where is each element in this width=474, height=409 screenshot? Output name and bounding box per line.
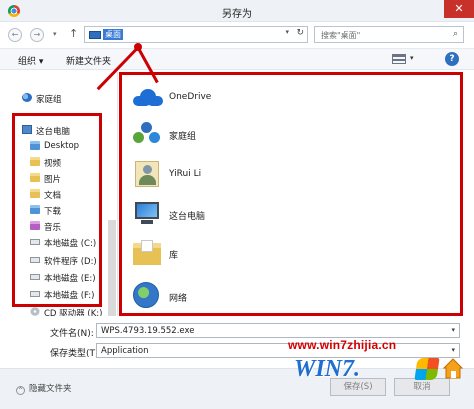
homegroup-icon — [133, 122, 161, 146]
cancel-button[interactable]: 取消 — [394, 378, 450, 396]
filename-value[interactable]: WPS.4793.19.552.exe — [101, 326, 194, 336]
help-icon[interactable]: ? — [445, 52, 459, 66]
recent-locations-chevron-icon[interactable]: ▾ — [53, 30, 57, 38]
up-one-level-button[interactable]: ↑ — [69, 27, 78, 40]
save-button[interactable]: 保存(S) — [330, 378, 386, 396]
nav-item-label: 本地磁盘 (F:) — [44, 291, 95, 301]
list-item-label: 库 — [169, 251, 179, 261]
list-item-libraries[interactable]: 库 — [121, 236, 451, 272]
filetype-label: 保存类型(T): — [50, 349, 102, 359]
user-folder-icon — [135, 161, 159, 187]
nav-item-this-pc[interactable]: 这台电脑 — [0, 122, 117, 138]
nav-item-label: 这台电脑 — [36, 127, 71, 137]
nav-item-videos[interactable]: 视频 — [0, 154, 117, 170]
nav-item-label: 家庭组 — [36, 95, 62, 105]
nav-item-downloads[interactable]: 下载 — [0, 202, 117, 218]
filetype-value: Application — [101, 346, 149, 356]
nav-item-label: 图片 — [44, 175, 62, 185]
search-icon[interactable]: ⌕ — [453, 29, 458, 39]
list-item-onedrive[interactable]: OneDrive — [121, 78, 451, 114]
save-form: 文件名(N): WPS.4793.19.552.exe ▾ 保存类型(T): A… — [0, 318, 474, 366]
nav-item-drive-c[interactable]: 本地磁盘 (C:) — [0, 234, 117, 250]
drive-icon — [30, 274, 40, 280]
search-input[interactable]: 搜索"桌面" ⌕ — [314, 26, 464, 43]
nav-item-music[interactable]: 音乐 — [0, 218, 117, 234]
view-dropdown-icon[interactable]: ▾ — [410, 54, 414, 62]
list-item-this-pc[interactable]: 这台电脑 — [121, 196, 451, 232]
hide-folders-label: 隐藏文件夹 — [29, 384, 72, 394]
nav-item-label: Desktop — [44, 141, 80, 151]
homegroup-icon — [22, 93, 32, 102]
list-item-label: OneDrive — [169, 92, 212, 102]
collapse-chevron-icon: ^ — [16, 386, 25, 395]
nav-item-cd-drive[interactable]: CD 驱动器 (K:) — [0, 304, 117, 316]
list-item-network[interactable]: 网络 — [121, 276, 451, 312]
nav-item-label: 软件程序 (D:) — [44, 257, 97, 267]
nav-item-drive-e[interactable]: 本地磁盘 (E:) — [0, 269, 117, 285]
search-placeholder: 搜索"桌面" — [321, 31, 361, 40]
organize-button[interactable]: 组织 ▾ — [18, 54, 43, 67]
library-icon — [133, 240, 161, 265]
command-toolbar: 组织 ▾ 新建文件夹 ▾ ? — [0, 48, 474, 70]
monitor-stand — [141, 220, 153, 224]
file-list: OneDrive 家庭组 YiRui Li 这台电脑 库 网络 — [121, 72, 462, 316]
new-folder-button[interactable]: 新建文件夹 — [66, 54, 111, 67]
nav-scrollbar[interactable] — [108, 220, 116, 316]
filetype-dropdown-icon[interactable]: ▾ — [451, 346, 455, 354]
drive-icon — [30, 257, 40, 263]
hide-folders-toggle[interactable]: ^ 隐藏文件夹 — [16, 382, 72, 395]
nav-item-label: 文档 — [44, 191, 62, 201]
drive-icon — [30, 239, 40, 245]
forward-button[interactable]: → — [30, 28, 44, 42]
window-title: 另存为 — [222, 9, 252, 20]
view-options-icon[interactable] — [392, 54, 406, 64]
nav-item-label: 本地磁盘 (E:) — [44, 274, 96, 284]
list-item-homegroup[interactable]: 家庭组 — [121, 116, 451, 152]
nav-item-drive-d[interactable]: 软件程序 (D:) — [0, 252, 117, 268]
navigation-pane: 家庭组 这台电脑 Desktop 视频 图片 文档 下载 音乐 本地磁盘 (C:… — [0, 72, 118, 316]
folder-blue-icon — [30, 141, 40, 150]
filename-dropdown-icon[interactable]: ▾ — [451, 326, 455, 334]
nav-item-drive-f[interactable]: 本地磁盘 (F:) — [0, 286, 117, 302]
folder-video-icon — [30, 157, 40, 166]
address-dropdown-icon[interactable]: ▾ — [285, 28, 289, 36]
nav-item-pictures[interactable]: 图片 — [0, 170, 117, 186]
title-bar: 另存为 ✕ — [0, 0, 474, 22]
folder-pictures-icon — [30, 173, 40, 182]
network-icon — [133, 282, 159, 308]
list-item-user[interactable]: YiRui Li — [121, 156, 451, 192]
back-button[interactable]: ← — [8, 28, 22, 42]
list-item-label: 家庭组 — [169, 132, 197, 142]
desktop-icon — [89, 31, 101, 39]
folder-documents-icon — [30, 189, 40, 198]
nav-item-desktop[interactable]: Desktop — [0, 138, 117, 154]
address-row: ← → ▾ ↑ 桌面 ▾ ↻ 搜索"桌面" ⌕ — [0, 22, 474, 46]
refresh-icon[interactable]: ↻ — [296, 28, 304, 38]
nav-item-label: 视频 — [44, 159, 62, 169]
nav-item-label: 本地磁盘 (C:) — [44, 239, 97, 249]
address-path[interactable]: 桌面 — [103, 29, 123, 40]
filename-field[interactable]: WPS.4793.19.552.exe ▾ — [96, 323, 460, 338]
cd-drive-icon — [30, 307, 40, 316]
dialog-footer: ^ 隐藏文件夹 保存(S) 取消 — [0, 368, 474, 409]
onedrive-icon — [133, 86, 163, 108]
nav-item-documents[interactable]: 文档 — [0, 186, 117, 202]
list-item-label: YiRui Li — [169, 169, 202, 179]
computer-icon — [135, 202, 159, 219]
nav-item-label: CD 驱动器 (K:) — [44, 309, 103, 316]
drive-icon — [30, 291, 40, 297]
folder-music-icon — [30, 221, 40, 230]
filename-label: 文件名(N): — [50, 329, 94, 339]
list-item-label: 网络 — [169, 294, 188, 304]
nav-item-label: 下载 — [44, 207, 62, 217]
folder-downloads-icon — [30, 205, 40, 214]
computer-icon — [22, 125, 32, 134]
close-button[interactable]: ✕ — [444, 0, 474, 18]
filetype-select[interactable]: Application ▾ — [96, 343, 460, 358]
list-item-label: 这台电脑 — [169, 212, 206, 222]
nav-item-homegroup[interactable]: 家庭组 — [0, 90, 117, 106]
nav-item-label: 音乐 — [44, 223, 62, 233]
address-bar[interactable]: 桌面 ▾ ↻ — [84, 26, 308, 43]
